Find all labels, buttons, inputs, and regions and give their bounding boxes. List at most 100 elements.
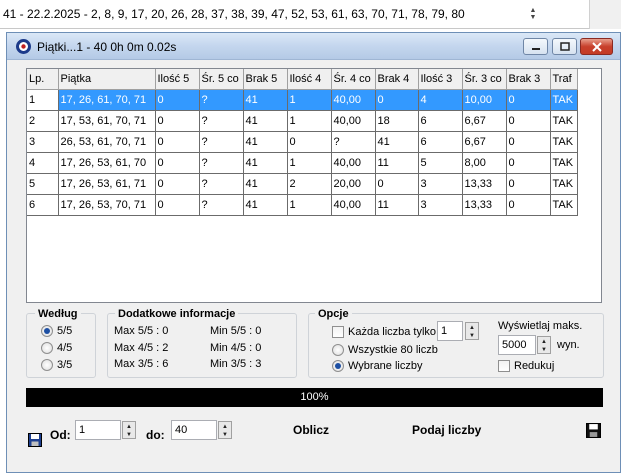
cell-lp: 4 [27,152,59,174]
cell-ilosc4: 1 [287,152,332,174]
cell-sr3: 6,67 [462,110,507,132]
cell-brak4: 0 [375,89,419,111]
minimize-button[interactable] [523,38,548,55]
kazda-liczba-checkbox[interactable]: Każda liczba tylko [332,326,436,338]
cell-ilosc4: 1 [287,194,332,216]
radio-5-5-label: 5/5 [57,325,73,337]
top-combo-spinner[interactable]: ▲ ▼ [528,7,538,21]
cell-lp: 2 [27,110,59,132]
cell-ilosc3: 6 [418,131,463,153]
cell-sr4: 40,00 [331,110,376,132]
minimize-icon [531,48,540,50]
wyswietlaj-input[interactable]: 5000 [498,335,536,355]
podaj-liczby-button[interactable]: Podaj liczby [412,423,481,437]
close-button[interactable] [580,38,613,55]
col-header-brak5[interactable]: Brak 5 [243,69,288,90]
radio-wszystkie[interactable]: Wszystkie 80 liczb [332,344,438,356]
kazda-liczba-box[interactable] [332,326,344,338]
cell-brak3: 0 [506,173,551,195]
col-header-traf[interactable]: Traf [550,69,578,90]
save-left-icon[interactable] [28,433,42,447]
col-header-ilosc5[interactable]: Ilość 5 [155,69,200,90]
redukuj-checkbox[interactable]: Redukuj [498,360,554,372]
radio-wszystkie-circle[interactable] [332,344,344,356]
radio-4-5-circle[interactable] [41,342,53,354]
title-bar[interactable]: Piątki...1 - 40 0h 0m 0.02s [7,33,620,60]
radio-3-5-circle[interactable] [41,359,53,371]
table-row[interactable]: 1 17, 26, 61, 70, 71 0 ? 41 1 40,00 0 4 … [27,89,578,111]
table-row[interactable]: 3 26, 53, 61, 70, 71 0 ? 41 0 ? 41 6 6,6… [27,131,578,153]
cell-sr5: ? [199,110,244,132]
col-header-lp[interactable]: Lp. [27,69,59,90]
cell-piatka: 17, 26, 53, 61, 71 [58,173,156,195]
col-header-brak4[interactable]: Brak 4 [375,69,419,90]
cell-traf: TAK [550,131,578,153]
cell-sr5: ? [199,194,244,216]
top-combo[interactable]: 41 - 22.2.2025 - 2, 8, 9, 17, 20, 26, 28… [0,0,621,29]
radio-wybrane-label: Wybrane liczby [348,360,423,372]
table-row[interactable]: 6 17, 26, 53, 70, 71 0 ? 41 1 40,00 11 3… [27,194,578,216]
cell-brak4: 41 [375,131,419,153]
cell-ilosc5: 0 [155,131,200,153]
kazda-liczba-input[interactable]: 1 [437,321,463,341]
redukuj-box[interactable] [498,360,510,372]
cell-brak3: 0 [506,131,551,153]
radio-wybrane[interactable]: Wybrane liczby [332,360,422,372]
cell-lp: 6 [27,194,59,216]
cell-lp: 3 [27,131,59,153]
cell-brak3: 0 [506,152,551,174]
do-input[interactable]: 40 [171,420,217,440]
radio-4-5[interactable]: 4/5 [41,342,72,354]
radio-3-5-label: 3/5 [57,359,73,371]
save-right-icon[interactable] [586,423,601,438]
cell-lp: 5 [27,173,59,195]
col-header-sr3[interactable]: Śr. 3 co [462,69,507,90]
col-header-brak3[interactable]: Brak 3 [506,69,551,90]
radio-wybrane-circle[interactable] [332,360,344,372]
cell-ilosc3: 4 [418,89,463,111]
progress-text: 100% [300,391,329,403]
cell-sr3: 13,33 [462,173,507,195]
od-spinner[interactable]: ▲ ▼ [122,421,136,439]
top-combo-text: 41 - 22.2.2025 - 2, 8, 9, 17, 20, 26, 28… [3,7,465,21]
col-header-sr5[interactable]: Śr. 5 co [199,69,244,90]
radio-5-5[interactable]: 5/5 [41,325,72,337]
top-right-pane [589,0,621,29]
cell-brak5: 41 [243,173,288,195]
radio-3-5[interactable]: 3/5 [41,359,72,371]
od-input[interactable]: 1 [75,420,121,440]
cell-sr4: 40,00 [331,152,376,174]
results-table: Lp. Piątka Ilość 5 Śr. 5 co Brak 5 Ilość… [27,69,578,216]
redukuj-label: Redukuj [514,360,555,372]
cell-piatka: 26, 53, 61, 70, 71 [58,131,156,153]
wyswietlaj-spinner[interactable]: ▲ ▼ [537,336,551,354]
cell-lp: 1 [27,89,59,111]
kazda-liczba-spinner[interactable]: ▲ ▼ [465,322,479,340]
cell-ilosc4: 1 [287,110,332,132]
table-row[interactable]: 2 17, 53, 61, 70, 71 0 ? 41 1 40,00 18 6… [27,110,578,132]
cell-sr5: ? [199,152,244,174]
app-icon [16,39,31,54]
close-icon [591,42,602,52]
table-row[interactable]: 4 17, 26, 53, 61, 70 0 ? 41 1 40,00 11 5… [27,152,578,174]
cell-ilosc3: 3 [418,173,463,195]
cell-brak5: 41 [243,89,288,111]
oblicz-button[interactable]: Oblicz [293,423,329,437]
cell-ilosc5: 0 [155,173,200,195]
cell-ilosc4: 1 [287,89,332,111]
radio-4-5-label: 4/5 [57,342,73,354]
cell-sr4: 20,00 [331,173,376,195]
cell-sr3: 10,00 [462,89,507,111]
col-header-sr4[interactable]: Śr. 4 co [331,69,376,90]
maximize-button[interactable] [552,38,577,55]
cell-traf: TAK [550,89,578,111]
col-header-piatka[interactable]: Piątka [58,69,156,90]
results-window: Piątki...1 - 40 0h 0m 0.02s Lp. Piątka I… [6,32,621,473]
do-spinner[interactable]: ▲ ▼ [218,421,232,439]
col-header-ilosc4[interactable]: Ilość 4 [287,69,332,90]
cell-brak4: 0 [375,173,419,195]
col-header-ilosc3[interactable]: Ilość 3 [418,69,463,90]
results-grid[interactable]: Lp. Piątka Ilość 5 Śr. 5 co Brak 5 Ilość… [26,68,602,303]
radio-5-5-circle[interactable] [41,325,53,337]
table-row[interactable]: 5 17, 26, 53, 61, 71 0 ? 41 2 20,00 0 3 … [27,173,578,195]
